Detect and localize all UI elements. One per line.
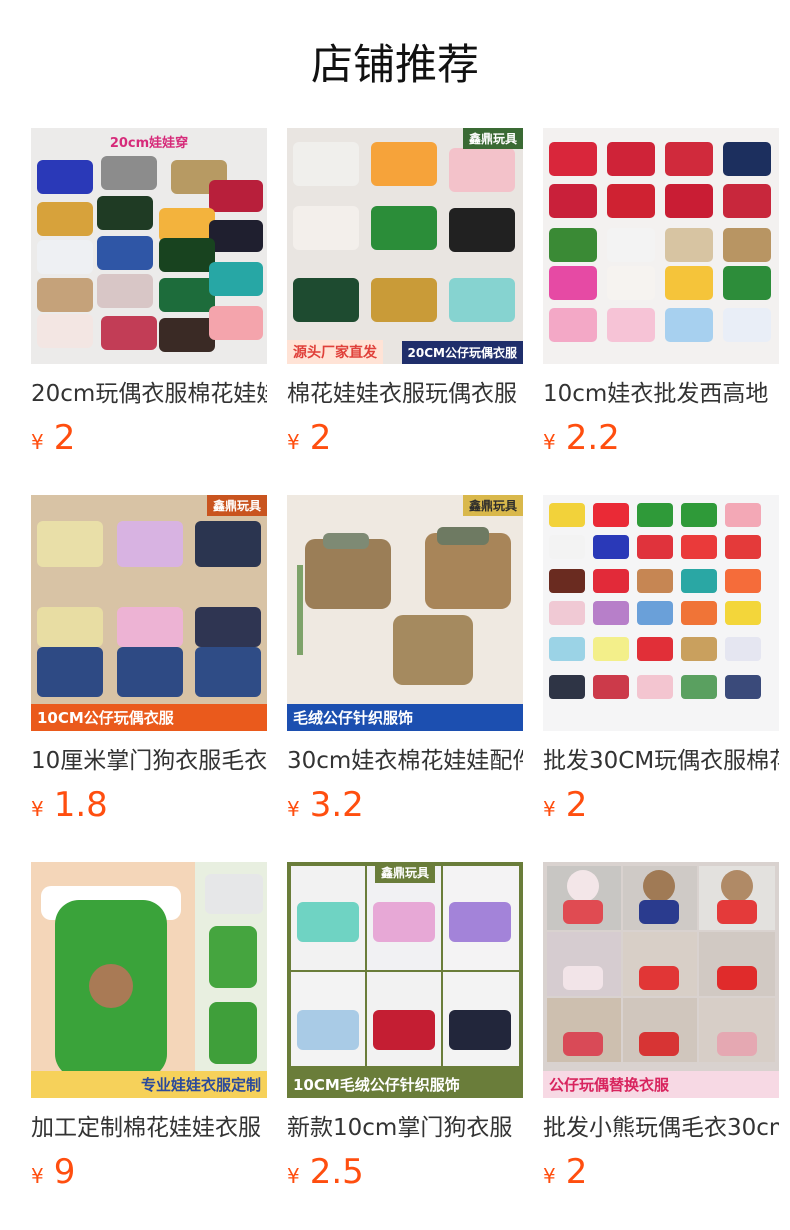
category-banner: 毛绒公仔针织服饰: [287, 704, 523, 731]
category-banner: 10CM毛绒公仔针织服饰: [287, 1071, 523, 1098]
currency-symbol: ¥: [287, 430, 300, 454]
currency-symbol: ¥: [31, 430, 44, 454]
product-card[interactable]: 批发30CM玩偶衣服棉花 ¥ 2: [543, 495, 779, 825]
product-image[interactable]: 20cm娃娃穿: [31, 128, 267, 364]
product-name[interactable]: 新款10cm掌门狗衣服: [287, 1112, 523, 1144]
currency-symbol: ¥: [543, 430, 556, 454]
product-card[interactable]: 20cm娃娃穿 20cm玩偶衣服棉花娃娃衣服 ¥ 2: [31, 128, 267, 458]
product-name[interactable]: 20cm玩偶衣服棉花娃娃衣服: [31, 378, 267, 410]
sweaters-photo: [543, 495, 779, 731]
sweaters-photo: [287, 128, 523, 364]
category-banner: 公仔玩偶替换衣服: [543, 1071, 779, 1098]
currency-symbol: ¥: [543, 797, 556, 821]
product-name[interactable]: 10厘米掌门狗衣服毛衣: [31, 745, 267, 777]
product-name[interactable]: 批发小熊玩偶毛衣30cm: [543, 1112, 779, 1144]
product-card[interactable]: 10cm娃衣批发西高地 ¥ 2.2: [543, 128, 779, 458]
product-image[interactable]: [543, 495, 779, 731]
promo-badge: 源头厂家直发: [287, 340, 383, 364]
teddy-bears-photo: [543, 862, 779, 1098]
currency-symbol: ¥: [287, 1164, 300, 1188]
sweaters-photo: [287, 495, 523, 731]
overalls-photo: [31, 862, 267, 1098]
product-name[interactable]: 10cm娃衣批发西高地: [543, 378, 779, 410]
product-image[interactable]: 公仔玩偶替换衣服: [543, 862, 779, 1098]
shop-badge: 鑫鼎玩具: [206, 495, 267, 516]
category-badge: 20CM公仔玩偶衣服: [401, 341, 523, 364]
shirts-photo: [31, 495, 267, 731]
product-card[interactable]: 鑫鼎玩具 毛绒公仔针织服饰 30cm娃衣棉花娃娃配件 ¥ 3.2: [287, 495, 523, 825]
product-price: ¥ 9: [31, 1152, 267, 1192]
price-value: 9: [53, 1152, 76, 1192]
category-banner: 专业娃娃衣服定制: [31, 1071, 267, 1098]
product-price: ¥ 2.2: [543, 418, 779, 458]
sweaters-photo: [31, 128, 267, 364]
product-name[interactable]: 加工定制棉花娃娃衣服: [31, 1112, 267, 1144]
product-image[interactable]: 专业娃娃衣服定制: [31, 862, 267, 1098]
shop-badge: 鑫鼎玩具: [374, 862, 436, 883]
product-name[interactable]: 30cm娃衣棉花娃娃配件: [287, 745, 523, 777]
price-value: 2.2: [565, 418, 620, 458]
image-caption: 20cm娃娃穿: [109, 136, 189, 151]
page-title: 店铺推荐: [310, 40, 479, 89]
currency-symbol: ¥: [287, 797, 300, 821]
price-value: 3.2: [309, 785, 364, 825]
product-image[interactable]: [543, 128, 779, 364]
product-price: ¥ 2: [287, 418, 523, 458]
currency-symbol: ¥: [31, 1164, 44, 1188]
product-card[interactable]: 专业娃娃衣服定制 加工定制棉花娃娃衣服 ¥ 9: [31, 862, 267, 1192]
product-name[interactable]: 批发30CM玩偶衣服棉花: [543, 745, 779, 777]
product-card[interactable]: 鑫鼎玩具 10CM毛绒公仔针织服饰 新款10cm掌门狗衣服 ¥ 2.5: [287, 862, 523, 1192]
product-image[interactable]: 鑫鼎玩具 源头厂家直发 20CM公仔玩偶衣服: [287, 128, 523, 364]
product-image[interactable]: 鑫鼎玩具 10CM毛绒公仔针织服饰: [287, 862, 523, 1098]
currency-symbol: ¥: [31, 797, 44, 821]
product-price: ¥ 2.5: [287, 1152, 523, 1192]
price-value: 2: [53, 418, 76, 458]
product-price: ¥ 2: [543, 1152, 779, 1192]
product-price: ¥ 1.8: [31, 785, 267, 825]
price-value: 2: [309, 418, 332, 458]
currency-symbol: ¥: [543, 1164, 556, 1188]
product-card[interactable]: 鑫鼎玩具 源头厂家直发 20CM公仔玩偶衣服 棉花娃娃衣服玩偶衣服 ¥ 2: [287, 128, 523, 458]
price-value: 1.8: [53, 785, 108, 825]
shop-badge: 鑫鼎玩具: [462, 495, 523, 516]
cardigans-photo: [287, 862, 523, 1098]
product-price: ¥ 3.2: [287, 785, 523, 825]
product-price: ¥ 2: [543, 785, 779, 825]
price-value: 2: [565, 1152, 588, 1192]
product-card[interactable]: 公仔玩偶替换衣服 批发小熊玩偶毛衣30cm ¥ 2: [543, 862, 779, 1192]
product-price: ¥ 2: [31, 418, 267, 458]
shop-badge: 鑫鼎玩具: [462, 128, 523, 149]
sweaters-photo: [543, 128, 779, 364]
product-image[interactable]: 鑫鼎玩具 10CM公仔玩偶衣服: [31, 495, 267, 731]
product-name[interactable]: 棉花娃娃衣服玩偶衣服: [287, 378, 523, 410]
category-banner: 10CM公仔玩偶衣服: [31, 704, 267, 731]
price-value: 2: [565, 785, 588, 825]
product-card[interactable]: 鑫鼎玩具 10CM公仔玩偶衣服 10厘米掌门狗衣服毛衣 ¥ 1.8: [31, 495, 267, 825]
price-value: 2.5: [309, 1152, 364, 1192]
product-image[interactable]: 鑫鼎玩具 毛绒公仔针织服饰: [287, 495, 523, 731]
